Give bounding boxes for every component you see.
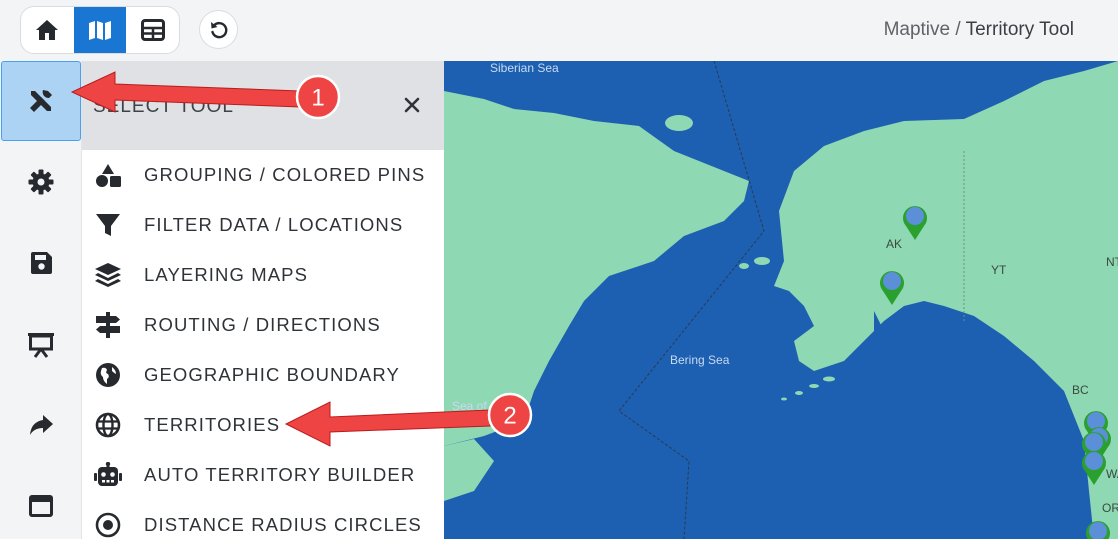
- map-icon: [89, 21, 111, 40]
- close-panel-button[interactable]: [398, 91, 426, 119]
- tool-distance-radius-circles[interactable]: DISTANCE RADIUS CIRCLES: [82, 500, 444, 539]
- tools-icon: [30, 90, 52, 112]
- table-icon: [140, 19, 165, 41]
- panel-header: SELECT TOOL: [82, 61, 444, 150]
- funnel-icon: [82, 212, 134, 238]
- tool-layering[interactable]: LAYERING MAPS: [82, 250, 444, 300]
- breadcrumb-current: Territory Tool: [965, 19, 1074, 40]
- tool-routing[interactable]: ROUTING / DIRECTIONS: [82, 300, 444, 350]
- save-icon: [31, 252, 52, 274]
- gear-icon: [28, 169, 54, 195]
- map-view-button[interactable]: [73, 7, 127, 53]
- tool-auto-territory-builder[interactable]: AUTO TERRITORY BUILDER: [82, 450, 444, 500]
- close-icon: [404, 97, 420, 113]
- presentation-button[interactable]: [1, 304, 81, 384]
- layers-icon: [82, 262, 134, 288]
- tool-label: TERRITORIES: [144, 414, 281, 435]
- tool-label: GROUPING / COLORED PINS: [144, 164, 426, 185]
- app-root: Maptive / Territory Tool SELECT TOOL GRO…: [0, 0, 1118, 539]
- save-button[interactable]: [1, 223, 81, 303]
- view-toggle-group: [20, 6, 180, 54]
- tool-label: AUTO TERRITORY BUILDER: [144, 464, 416, 485]
- home-icon: [36, 20, 59, 40]
- tool-grouping[interactable]: GROUPING / COLORED PINS: [82, 150, 444, 200]
- settings-button[interactable]: [1, 142, 81, 222]
- shapes-icon: [82, 162, 134, 188]
- share-button[interactable]: [1, 385, 81, 465]
- map-pin[interactable]: [1086, 521, 1110, 539]
- tool-label: GEOGRAPHIC BOUNDARY: [144, 364, 400, 385]
- presentation-icon: [28, 333, 54, 358]
- window-button[interactable]: [1, 466, 81, 539]
- map-pin[interactable]: [1082, 451, 1106, 485]
- radio-circle-icon: [82, 512, 134, 538]
- tools-button[interactable]: [1, 61, 81, 141]
- tool-label: ROUTING / DIRECTIONS: [144, 314, 381, 335]
- map-pin[interactable]: [903, 206, 927, 240]
- tool-territories[interactable]: TERRITORIES: [82, 400, 444, 450]
- panel-title: SELECT TOOL: [93, 96, 234, 117]
- home-view-button[interactable]: [21, 7, 74, 53]
- undo-button[interactable]: [199, 10, 238, 49]
- tool-filter[interactable]: FILTER DATA / LOCATIONS: [82, 200, 444, 250]
- globe-grid-icon: [82, 412, 134, 438]
- tool-label: LAYERING MAPS: [144, 264, 309, 285]
- map-pin[interactable]: [880, 271, 904, 305]
- window-icon: [29, 495, 53, 517]
- table-view-button[interactable]: [126, 7, 179, 53]
- tool-label: DISTANCE RADIUS CIRCLES: [144, 514, 422, 535]
- breadcrumb-separator: /: [955, 19, 961, 40]
- top-bar: Maptive / Territory Tool: [0, 0, 1118, 61]
- left-rail: [0, 61, 82, 539]
- map-canvas[interactable]: Siberian Sea Bering Sea Sea of AK YT NT …: [444, 61, 1118, 539]
- tool-label: FILTER DATA / LOCATIONS: [144, 214, 404, 235]
- map-pins: [880, 206, 1111, 539]
- globe-americas-icon: [82, 362, 134, 388]
- robot-icon: [82, 462, 134, 488]
- select-tool-panel: SELECT TOOL GROUPING / COLORED PINS FILT…: [82, 61, 444, 539]
- undo-icon: [210, 21, 227, 38]
- tool-geographic-boundary[interactable]: GEOGRAPHIC BOUNDARY: [82, 350, 444, 400]
- share-icon: [30, 415, 53, 435]
- breadcrumb: Maptive / Territory Tool: [884, 19, 1074, 41]
- breadcrumb-app[interactable]: Maptive: [884, 19, 951, 40]
- signpost-icon: [82, 311, 134, 339]
